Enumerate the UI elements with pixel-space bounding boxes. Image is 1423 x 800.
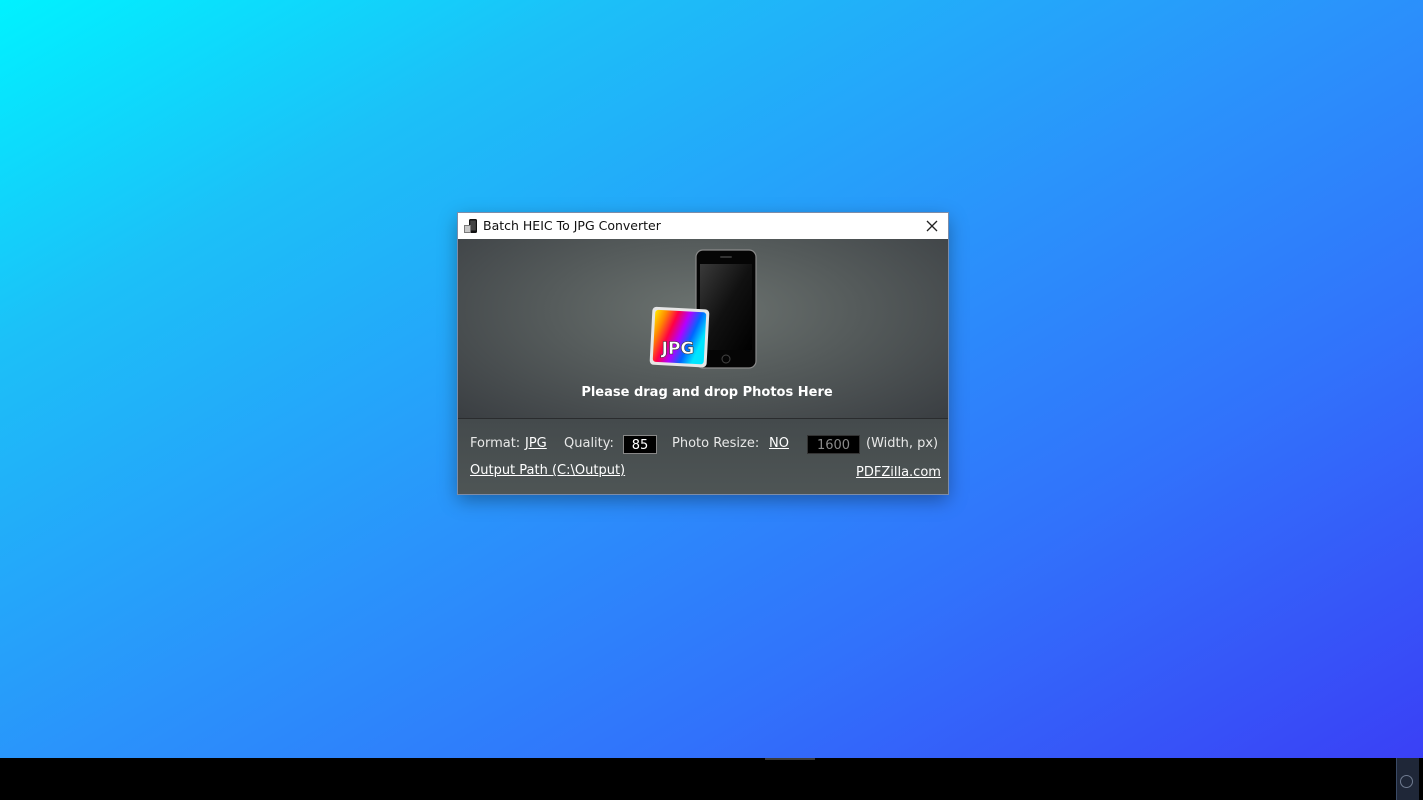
photo-drop-zone[interactable]: JPG Please drag and drop Photos Here (458, 239, 948, 419)
title-bar[interactable]: Batch HEIC To JPG Converter (458, 213, 948, 239)
drop-instruction: Please drag and drop Photos Here (581, 385, 833, 400)
options-panel: Format: JPG Quality: 85 Photo Resize: NO… (458, 419, 948, 494)
photo-resize-link[interactable]: NO (769, 436, 789, 451)
app-window: Batch HEIC To JPG Converter JPG Please d… (458, 213, 948, 494)
jpg-badge-text: JPG (661, 339, 695, 359)
close-button[interactable] (916, 213, 948, 239)
close-icon (926, 220, 938, 232)
window-title: Batch HEIC To JPG Converter (483, 218, 661, 233)
format-label: Format: (470, 436, 521, 451)
taskbar (0, 758, 1423, 800)
show-desktop-button[interactable] (1396, 758, 1419, 800)
notification-icon (1400, 775, 1413, 788)
photo-resize-label: Photo Resize: (672, 436, 760, 451)
width-unit-label: (Width, px) (866, 436, 939, 451)
quality-label: Quality: (564, 436, 614, 451)
taskbar-divider (765, 758, 815, 760)
quality-input[interactable]: 85 (623, 435, 657, 454)
format-link[interactable]: JPG (525, 436, 547, 451)
width-input[interactable]: 1600 (807, 435, 860, 454)
jpg-phone-illustration: JPG (649, 249, 757, 369)
output-path-link[interactable]: Output Path (C:\Output) (470, 463, 625, 478)
app-icon (464, 219, 478, 234)
website-link[interactable]: PDFZilla.com (856, 465, 941, 480)
